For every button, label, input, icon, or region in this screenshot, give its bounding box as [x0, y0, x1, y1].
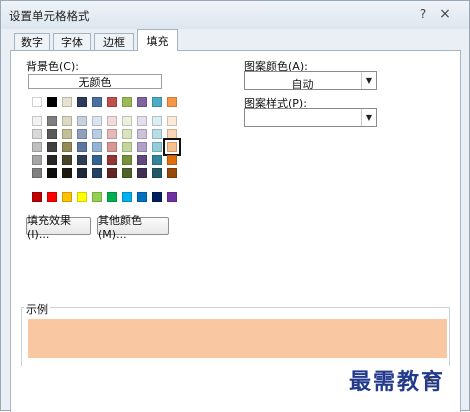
- sample-preview: [28, 319, 447, 358]
- pattern-color-value: 自动: [291, 78, 314, 91]
- color-swatch[interactable]: [122, 116, 132, 126]
- color-swatch[interactable]: [122, 168, 132, 178]
- color-swatch[interactable]: [32, 192, 42, 202]
- color-swatch[interactable]: [92, 155, 102, 165]
- color-swatch[interactable]: [167, 97, 177, 107]
- color-swatch[interactable]: [62, 155, 72, 165]
- tab-font[interactable]: 字体: [53, 33, 91, 50]
- dialog-title: 设置单元格格式: [9, 9, 90, 23]
- tab-fill[interactable]: 填充: [137, 29, 178, 51]
- color-swatch[interactable]: [122, 129, 132, 139]
- color-swatch[interactable]: [152, 116, 162, 126]
- close-button[interactable]: ×: [435, 5, 455, 23]
- color-swatch[interactable]: [92, 142, 102, 152]
- color-swatch[interactable]: [92, 168, 102, 178]
- tab-number[interactable]: 数字: [14, 33, 50, 50]
- color-swatch[interactable]: [167, 129, 177, 139]
- color-swatch[interactable]: [167, 192, 177, 202]
- color-swatch[interactable]: [77, 155, 87, 165]
- sample-label: 示例: [24, 301, 50, 317]
- color-swatch[interactable]: [77, 168, 87, 178]
- color-swatch[interactable]: [77, 192, 87, 202]
- color-swatch[interactable]: [47, 116, 57, 126]
- more-colors-button[interactable]: 其他颜色(M)...: [97, 214, 169, 241]
- color-swatch[interactable]: [137, 168, 147, 178]
- color-swatch[interactable]: [167, 155, 177, 165]
- color-swatch[interactable]: [32, 129, 42, 139]
- color-swatch[interactable]: [47, 192, 57, 202]
- color-swatch[interactable]: [92, 116, 102, 126]
- color-swatch[interactable]: [77, 129, 87, 139]
- color-swatch[interactable]: [107, 97, 117, 107]
- chevron-down-icon: ▼: [361, 72, 376, 89]
- color-swatch[interactable]: [107, 192, 117, 202]
- color-swatch[interactable]: [137, 155, 147, 165]
- color-swatch[interactable]: [47, 142, 57, 152]
- no-color-button[interactable]: 无颜色: [28, 74, 162, 89]
- color-swatch[interactable]: [152, 129, 162, 139]
- color-swatch[interactable]: [167, 116, 177, 126]
- color-swatch[interactable]: [163, 138, 181, 156]
- pattern-style-select[interactable]: ▼: [244, 108, 377, 127]
- color-swatch[interactable]: [122, 155, 132, 165]
- color-swatch[interactable]: [137, 142, 147, 152]
- color-swatch[interactable]: [62, 97, 72, 107]
- color-swatch[interactable]: [32, 142, 42, 152]
- format-cells-dialog: 设置单元格格式 ? × 数字 字体 边框 填充 背景色(C): 无颜色 填充效果…: [0, 0, 470, 412]
- color-swatch[interactable]: [137, 129, 147, 139]
- color-swatch[interactable]: [77, 97, 87, 107]
- color-swatch[interactable]: [107, 155, 117, 165]
- color-swatch[interactable]: [152, 192, 162, 202]
- color-swatch[interactable]: [122, 97, 132, 107]
- color-swatch[interactable]: [107, 129, 117, 139]
- mouse-cursor-icon: ↖: [426, 374, 437, 389]
- color-swatch[interactable]: [47, 129, 57, 139]
- color-swatch[interactable]: [62, 142, 72, 152]
- color-swatch[interactable]: [167, 168, 177, 178]
- color-swatch[interactable]: [47, 168, 57, 178]
- color-swatch[interactable]: [122, 142, 132, 152]
- color-swatch[interactable]: [62, 192, 72, 202]
- color-swatch[interactable]: [62, 116, 72, 126]
- fill-effects-button[interactable]: 填充效果(I)...: [26, 214, 91, 241]
- color-swatch[interactable]: [62, 129, 72, 139]
- chevron-down-icon: ▼: [361, 109, 376, 126]
- color-swatch[interactable]: [122, 192, 132, 202]
- help-button[interactable]: ?: [413, 5, 433, 23]
- color-swatch[interactable]: [107, 116, 117, 126]
- color-swatch[interactable]: [152, 168, 162, 178]
- color-swatch[interactable]: [137, 192, 147, 202]
- color-swatch[interactable]: [92, 129, 102, 139]
- color-swatch[interactable]: [77, 116, 87, 126]
- color-swatch[interactable]: [77, 142, 87, 152]
- color-swatch[interactable]: [107, 142, 117, 152]
- color-swatch[interactable]: [107, 168, 117, 178]
- color-swatch[interactable]: [32, 116, 42, 126]
- color-swatch[interactable]: [47, 155, 57, 165]
- pattern-color-select[interactable]: 自动 ▼: [244, 71, 377, 91]
- color-swatch[interactable]: [92, 97, 102, 107]
- color-swatch[interactable]: [47, 97, 57, 107]
- color-swatch[interactable]: [32, 155, 42, 165]
- color-swatch[interactable]: [32, 97, 42, 107]
- color-swatch[interactable]: [92, 192, 102, 202]
- tab-border[interactable]: 边框: [94, 33, 134, 50]
- color-swatch[interactable]: [32, 168, 42, 178]
- color-swatch[interactable]: [152, 155, 162, 165]
- color-swatch[interactable]: [137, 116, 147, 126]
- color-swatch[interactable]: [152, 142, 162, 152]
- color-swatch[interactable]: [152, 97, 162, 107]
- color-swatch[interactable]: [137, 97, 147, 107]
- title-bar: 设置单元格格式 ? ×: [1, 1, 469, 29]
- background-color-label: 背景色(C):: [26, 60, 79, 73]
- color-swatch[interactable]: [62, 168, 72, 178]
